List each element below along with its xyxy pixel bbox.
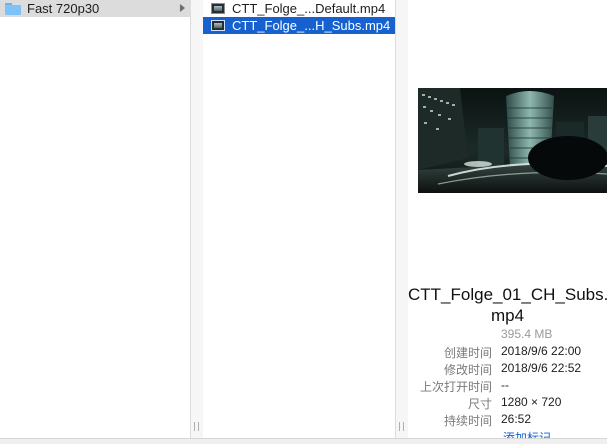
video-thumbnail[interactable] [418, 88, 607, 193]
resize-grip-icon: || [193, 422, 202, 432]
meta-key: 修改时间 [443, 363, 492, 377]
resize-grip-icon: || [398, 422, 407, 432]
preview-filename-line2: mp4 [490, 306, 525, 325]
disclosure-arrow-icon [180, 4, 185, 12]
meta-value: -- [501, 378, 509, 392]
meta-row-last-opened: 上次打开时间 -- [408, 378, 607, 395]
city-night-scene-image [418, 88, 607, 193]
window-bottom-bar [0, 438, 607, 444]
column-resize-handle[interactable]: || [191, 0, 203, 438]
meta-key: 创建时间 [443, 346, 492, 360]
folder-row-fast-720p30[interactable]: Fast 720p30 [0, 0, 190, 17]
meta-row-duration: 持续时间 26:52 [408, 412, 607, 429]
folder-label: Fast 720p30 [27, 1, 100, 16]
meta-value: 2018/9/6 22:00 [501, 344, 582, 358]
meta-key: 上次打开时间 [419, 380, 492, 394]
meta-key: 持续时间 [443, 414, 492, 428]
meta-row-modified: 修改时间 2018/9/6 22:52 [408, 361, 607, 378]
meta-value: 1280 × 720 [501, 395, 562, 409]
preview-filename-line1: CTT_Folge_01_CH_Subs. [408, 285, 607, 304]
preview-file-size: 395.4 MB [501, 327, 553, 341]
meta-value: 2018/9/6 22:52 [501, 361, 582, 375]
video-file-icon [211, 3, 225, 14]
folder-icon [5, 2, 21, 15]
add-tags-link[interactable]: 添加标记... [503, 429, 561, 438]
finder-column-folders[interactable]: Fast 720p30 [0, 0, 190, 438]
finder-column-files[interactable]: CTT_Folge_...Default.mp4 CTT_Folge_...H_… [203, 0, 395, 438]
meta-value: 26:52 [501, 412, 532, 426]
preview-filename: CTT_Folge_01_CH_Subs. mp4 [408, 284, 607, 326]
file-label: CTT_Folge_...Default.mp4 [232, 1, 386, 16]
file-row-selected[interactable]: CTT_Folge_...H_Subs.mp4 [203, 17, 395, 34]
file-label: CTT_Folge_...H_Subs.mp4 [232, 18, 391, 33]
meta-key: 尺寸 [467, 397, 492, 411]
video-file-icon [211, 20, 225, 31]
column-resize-handle[interactable]: || [396, 0, 408, 438]
meta-row-dimensions: 尺寸 1280 × 720 [408, 395, 607, 412]
preview-pane: CTT_Folge_01_CH_Subs. mp4 395.4 MB 创建时间 … [408, 0, 607, 438]
file-row[interactable]: CTT_Folge_...Default.mp4 [203, 0, 395, 17]
meta-row-created: 创建时间 2018/9/6 22:00 [408, 344, 607, 361]
